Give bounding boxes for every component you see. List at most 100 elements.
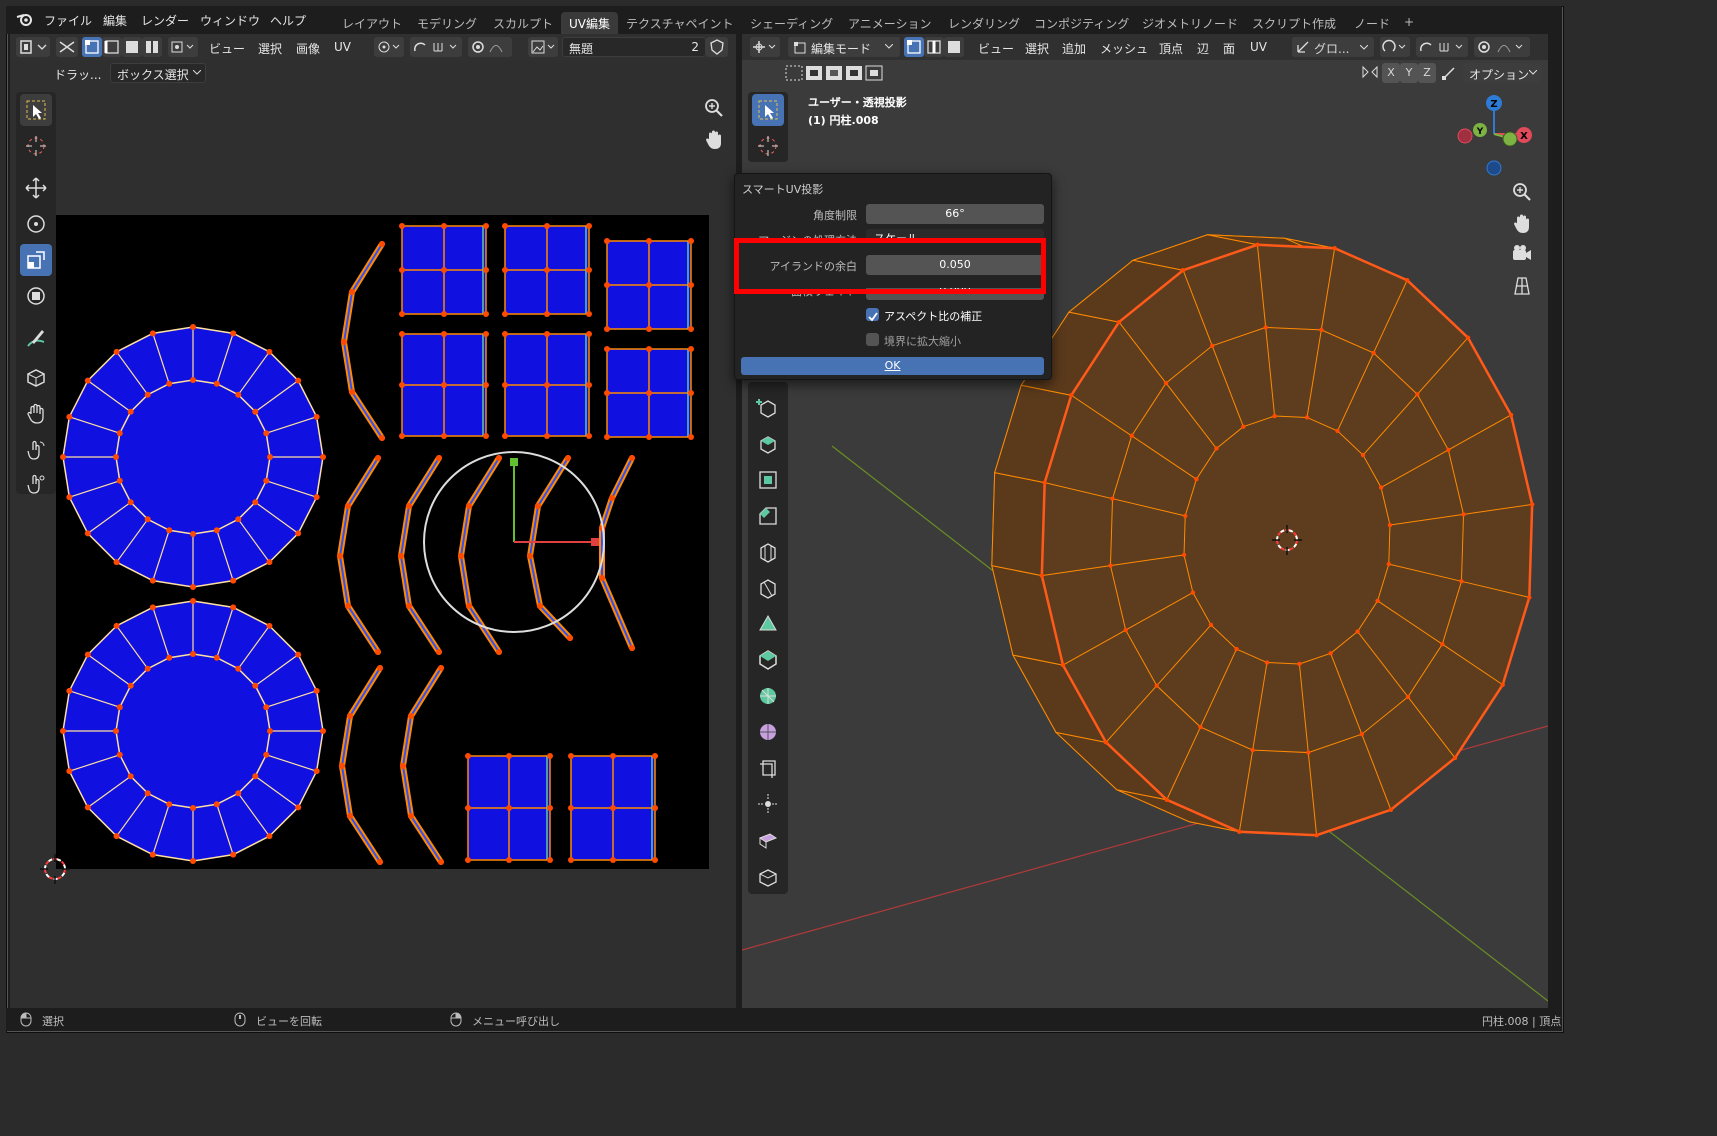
topology-mirror-icon[interactable] — [1440, 64, 1460, 82]
vp-menu-edge[interactable]: 辺 — [1197, 40, 1209, 57]
mirror-x-button[interactable]: X — [1382, 63, 1400, 83]
uv-canvas[interactable] — [10, 86, 736, 1008]
image-name-field[interactable]: 無題 2 — [562, 37, 706, 57]
scale-to-bounds-checkbox[interactable] — [866, 333, 879, 346]
scale-tool[interactable] — [20, 244, 52, 276]
vp-select-box-tool[interactable] — [752, 94, 784, 126]
menu-window[interactable]: ウィンドウ — [200, 12, 260, 29]
blender-logo-icon[interactable] — [16, 11, 34, 27]
ok-button[interactable]: OK — [741, 357, 1044, 375]
loop-cut-tool[interactable] — [752, 536, 784, 568]
rip-region-tool[interactable] — [20, 360, 52, 392]
smooth-tool[interactable] — [752, 680, 784, 712]
viewport-editor-type-icon[interactable] — [750, 37, 780, 57]
perspective-grid-icon[interactable] — [1510, 274, 1534, 298]
poly-build-tool[interactable] — [752, 608, 784, 640]
vp-cursor-tool[interactable] — [752, 130, 784, 162]
slide-tool[interactable] — [752, 824, 784, 856]
image-browse-icon[interactable] — [528, 37, 558, 57]
fake-user-shield-icon[interactable] — [706, 37, 728, 57]
tab-sculpt[interactable]: スカルプト — [485, 12, 561, 34]
face-select-icon[interactable] — [122, 37, 142, 57]
selection-mode-icons[interactable] — [784, 64, 884, 82]
mesh-vertex-select-icon[interactable] — [904, 37, 924, 57]
menu-render[interactable]: レンダー — [141, 12, 189, 29]
tab-geometry-nodes[interactable]: ジオメトリノード — [1134, 12, 1246, 34]
select-box-tool[interactable] — [20, 94, 52, 126]
relax-tool[interactable] — [20, 434, 52, 466]
transform-orientation-dropdown[interactable]: グロ... — [1292, 37, 1374, 57]
bevel-tool[interactable] — [752, 500, 784, 532]
tab-nodes[interactable]: ノード — [1346, 12, 1398, 34]
uv-editor-area[interactable] — [10, 86, 736, 1008]
mirror-y-button[interactable]: Y — [1400, 63, 1418, 83]
vp-pan-hand-icon[interactable] — [1510, 212, 1534, 236]
tab-modeling[interactable]: モデリング — [409, 12, 485, 34]
editor-type-icon[interactable] — [16, 37, 50, 57]
mesh-face-select-icon[interactable] — [944, 37, 964, 57]
vp-menu-face[interactable]: 面 — [1223, 40, 1235, 57]
sticky-select-icon[interactable] — [168, 37, 198, 57]
mirror-z-button[interactable]: Z — [1418, 63, 1436, 83]
add-cube-tool[interactable] — [752, 392, 784, 424]
select-mode-dropdown[interactable]: ボックス選択 — [110, 63, 206, 83]
pinch-tool[interactable] — [20, 468, 52, 500]
vp-menu-mesh[interactable]: メッシュ — [1100, 40, 1148, 57]
correct-aspect-checkbox[interactable] — [866, 308, 879, 322]
shear-tool[interactable] — [752, 752, 784, 784]
proportional-editing-icon[interactable] — [468, 37, 512, 57]
shrink-fatten-tool[interactable] — [752, 716, 784, 748]
pan-hand-icon[interactable] — [702, 128, 726, 152]
tab-shading[interactable]: シェーディング — [742, 12, 841, 34]
vp-menu-add[interactable]: 追加 — [1062, 40, 1086, 57]
menu-help[interactable]: ヘルプ — [270, 12, 306, 29]
vp-zoom-icon[interactable] — [1510, 180, 1534, 204]
angle-limit-field[interactable]: 66° — [866, 204, 1044, 224]
camera-icon[interactable] — [1510, 242, 1534, 266]
menu-file[interactable]: ファイル — [44, 12, 92, 29]
menu-edit[interactable]: 編集 — [103, 12, 127, 29]
inset-faces-tool[interactable] — [752, 464, 784, 496]
vertex-select-icon[interactable] — [82, 37, 102, 57]
vp-menu-view[interactable]: ビュー — [978, 40, 1014, 57]
knife-tool[interactable] — [752, 572, 784, 604]
tab-layout[interactable]: レイアウト — [334, 12, 410, 34]
tab-compositing[interactable]: コンポジティング — [1026, 12, 1137, 34]
transform-tool[interactable] — [20, 280, 52, 312]
uv-menu-select[interactable]: 選択 — [258, 40, 282, 57]
mode-dropdown[interactable]: 編集モード — [788, 37, 900, 57]
zoom-icon[interactable] — [702, 96, 726, 120]
vp-proportional-icon[interactable] — [1474, 37, 1530, 57]
tab-scripting[interactable]: スクリプト作成 — [1244, 12, 1344, 34]
sync-selection-icon[interactable] — [56, 37, 78, 57]
vp-menu-select[interactable]: 選択 — [1025, 40, 1049, 57]
annotate-tool[interactable] — [20, 322, 52, 354]
snap-icon[interactable] — [410, 37, 462, 57]
mesh-edge-select-icon[interactable] — [924, 37, 944, 57]
tab-rendering[interactable]: レンダリング — [940, 12, 1028, 34]
cursor-tool[interactable] — [20, 130, 52, 162]
mirror-icon[interactable] — [1360, 64, 1380, 82]
add-workspace-button[interactable]: + — [1396, 12, 1422, 34]
pivot-point-icon[interactable] — [374, 37, 404, 57]
island-select-icon[interactable] — [142, 37, 162, 57]
tab-animation[interactable]: アニメーション — [840, 12, 940, 34]
measure-tool[interactable] — [752, 860, 784, 892]
tab-uv-editing[interactable]: UV編集 — [561, 12, 618, 34]
move-tool[interactable] — [20, 172, 52, 204]
uv-menu-image[interactable]: 画像 — [296, 40, 320, 57]
vp-menu-uv[interactable]: UV — [1250, 40, 1267, 54]
navigation-gizmo[interactable]: Z Y X — [1454, 90, 1534, 178]
grab-tool[interactable] — [20, 398, 52, 430]
vp-menu-vertex[interactable]: 頂点 — [1159, 40, 1183, 57]
vp-pivot-icon[interactable] — [1380, 37, 1410, 57]
uv-menu-view[interactable]: ビュー — [209, 40, 245, 57]
edge-select-icon[interactable] — [102, 37, 122, 57]
vp-snap-icon[interactable] — [1416, 37, 1468, 57]
uv-menu-uv[interactable]: UV — [334, 40, 351, 54]
extrude-region-tool[interactable] — [752, 428, 784, 460]
tab-texture-paint[interactable]: テクスチャペイント — [618, 12, 742, 34]
spin-tool[interactable] — [752, 644, 784, 676]
rotate-tool[interactable] — [20, 208, 52, 240]
rip-tool[interactable] — [752, 788, 784, 820]
